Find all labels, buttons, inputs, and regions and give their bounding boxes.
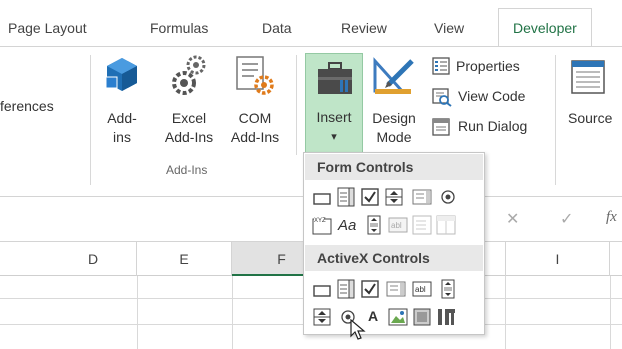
com-addins-label-line1: COM	[238, 110, 272, 126]
run-dialog-label[interactable]: Run Dialog	[458, 117, 527, 136]
group-separator	[90, 55, 91, 185]
view-code-icon[interactable]	[432, 87, 452, 107]
design-mode-icon[interactable]	[372, 57, 416, 97]
store-addins-icon[interactable]	[102, 55, 142, 95]
grid-col-line	[137, 276, 138, 349]
properties-icon[interactable]	[432, 57, 450, 75]
grid-col-line	[610, 276, 611, 349]
activex-toggle-button-control-icon[interactable]	[412, 307, 432, 327]
design-mode-label-line2: Mode	[376, 129, 412, 145]
addins-group-label: Add-Ins	[166, 163, 208, 177]
column-header-D[interactable]: D	[0, 242, 137, 276]
tab-page-layout[interactable]: Page Layout	[8, 20, 87, 36]
activex-list-box-control-icon[interactable]	[386, 279, 406, 299]
tab-view[interactable]: View	[434, 20, 464, 36]
insert-function-icon[interactable]: fx	[606, 209, 617, 226]
group-separator	[296, 55, 297, 155]
column-header-E[interactable]: E	[137, 242, 232, 276]
group-separator	[555, 55, 556, 185]
form-combo-drop-down-edit-control-icon[interactable]	[436, 215, 456, 235]
form-combo-box-control-icon[interactable]	[336, 187, 356, 207]
activex-image-control-icon[interactable]	[388, 307, 408, 327]
com-addins-icon[interactable]	[234, 55, 276, 97]
excel-addins-gears-icon[interactable]	[170, 53, 210, 97]
run-dialog-icon[interactable]	[432, 118, 450, 136]
view-code-label[interactable]: View Code	[458, 87, 525, 106]
ribbon-tab-row: Page Layout Formulas Data Review View De…	[0, 0, 622, 47]
svg-text:abl: abl	[391, 221, 402, 230]
properties-label[interactable]: Properties	[456, 57, 520, 76]
activex-controls-header: ActiveX Controls	[305, 245, 483, 271]
design-mode-label-line1: Design	[372, 110, 416, 126]
form-group-box-control-icon[interactable]: XYZ	[312, 215, 332, 235]
form-list-box-control-icon[interactable]	[412, 187, 432, 207]
form-scroll-bar-control-icon[interactable]	[364, 215, 384, 235]
activex-spin-button-control-icon[interactable]	[312, 307, 332, 327]
svg-text:abl: abl	[415, 285, 426, 294]
excel-addins-label-line1: Excel	[171, 110, 207, 126]
activex-label-control-icon[interactable]: A	[368, 308, 378, 324]
insert-controls-button[interactable]: Insert ▾	[305, 53, 363, 153]
insert-label: Insert	[316, 109, 352, 125]
svg-text:XYZ: XYZ	[314, 218, 326, 224]
activex-text-box-control-icon[interactable]: abl	[412, 279, 432, 299]
column-header-I[interactable]: I	[505, 242, 610, 276]
grid-col-line	[505, 276, 506, 349]
activex-more-controls-icon[interactable]	[436, 307, 456, 327]
insert-dropdown-arrow: ▾	[331, 131, 337, 143]
addins-label-line1: Add-	[107, 110, 137, 126]
mouse-pointer-icon	[350, 318, 366, 341]
form-spin-button-control-icon[interactable]	[384, 187, 404, 207]
grid-col-line	[232, 276, 233, 349]
cancel-entry-icon[interactable]: ✕	[506, 209, 519, 229]
form-label-control-icon[interactable]: Aa	[338, 217, 356, 234]
insert-controls-dropdown: Form Controls XYZ Aa abl ActiveX Control…	[303, 152, 485, 340]
form-controls-header: Form Controls	[305, 154, 483, 180]
source-label: Source	[568, 110, 613, 126]
form-button-control-icon[interactable]	[312, 189, 332, 209]
form-option-button-control-icon[interactable]	[438, 187, 458, 207]
tab-data[interactable]: Data	[262, 20, 292, 36]
addins-label-line2: ins	[113, 129, 131, 145]
activex-check-box-control-icon[interactable]	[360, 279, 380, 299]
confirm-entry-icon[interactable]: ✓	[560, 209, 573, 229]
activex-combo-box-control-icon[interactable]	[336, 279, 356, 299]
xml-source-icon[interactable]	[570, 59, 610, 95]
tab-review[interactable]: Review	[341, 20, 387, 36]
form-check-box-control-icon[interactable]	[360, 187, 380, 207]
activex-command-button-control-icon[interactable]	[312, 281, 332, 301]
tab-formulas[interactable]: Formulas	[150, 20, 208, 36]
excel-addins-label-line2: Add-Ins	[164, 129, 214, 145]
com-addins-label-line2: Add-Ins	[230, 129, 280, 145]
activex-scroll-bar-control-icon[interactable]	[438, 279, 458, 299]
form-text-field-control-icon[interactable]: abl	[388, 215, 408, 235]
references-label[interactable]: ferences	[0, 97, 54, 116]
form-combo-list-edit-control-icon[interactable]	[412, 215, 432, 235]
toolbox-icon	[316, 62, 354, 96]
tab-developer[interactable]: Developer	[498, 8, 592, 47]
